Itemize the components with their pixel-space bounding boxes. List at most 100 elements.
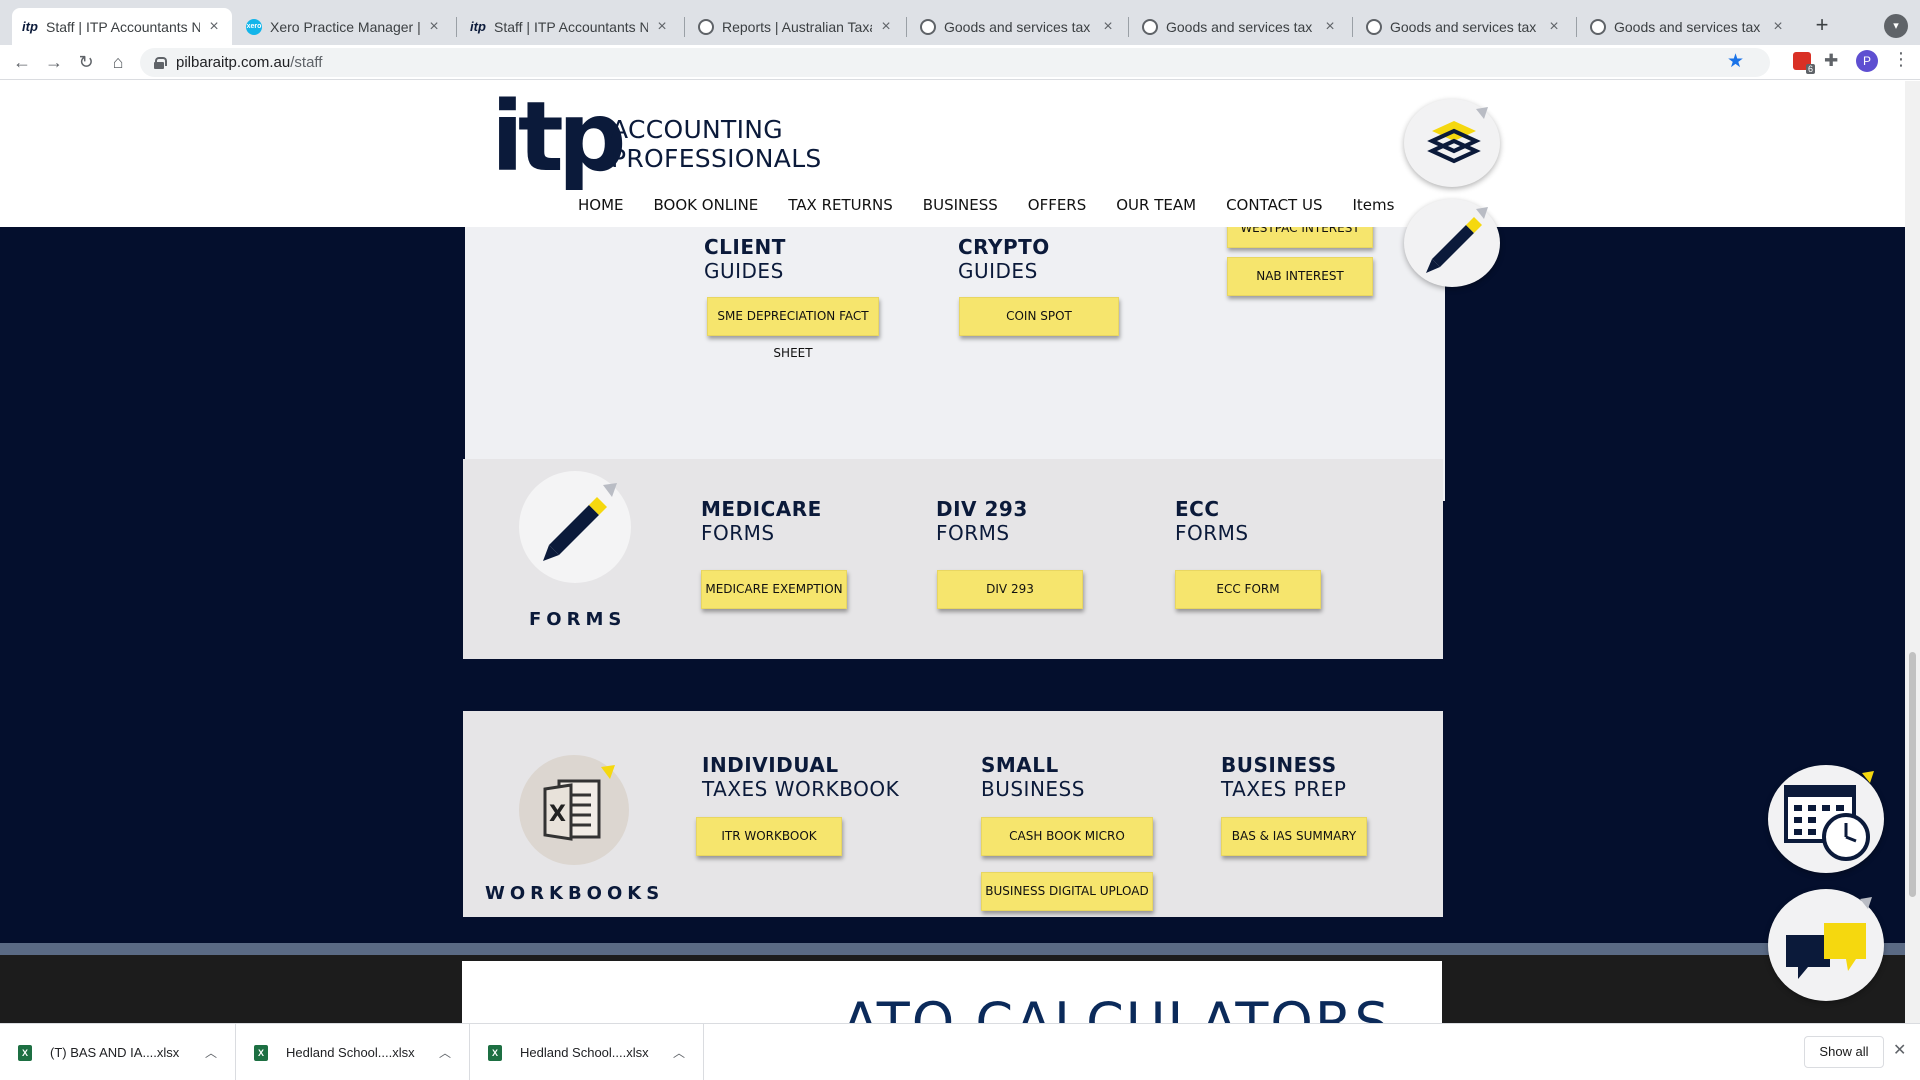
tab-staff-itp[interactable]: itp Staff | ITP Accountants NW × [460, 8, 680, 45]
browser-menu-icon[interactable]: ⋮ [1892, 49, 1910, 70]
nav-our-team[interactable]: OUR TEAM [1116, 196, 1196, 214]
nav-business[interactable]: BUSINESS [923, 196, 998, 214]
tab-separator [456, 17, 457, 37]
nab-interest-button[interactable]: NAB INTEREST [1227, 257, 1373, 296]
svg-text:X: X [549, 802, 566, 827]
close-tab-icon[interactable]: × [1322, 18, 1338, 36]
excel-file-icon: X [488, 1044, 502, 1061]
nav-tax-returns[interactable]: TAX RETURNS [788, 196, 893, 214]
tab-gst-4[interactable]: Goods and services tax (GS × [1580, 8, 1796, 45]
chevron-up-icon[interactable]: ︿ [205, 1044, 217, 1061]
close-tab-icon[interactable]: × [1770, 18, 1786, 36]
show-all-downloads-button[interactable]: Show all [1804, 1036, 1884, 1068]
pencil-float-button[interactable] [1404, 199, 1500, 287]
itr-workbook-button[interactable]: ITR WORKBOOK [696, 817, 842, 856]
download-item[interactable]: X Hedland School....xlsx ︿ [236, 1024, 470, 1080]
tab-separator [1352, 17, 1353, 37]
xero-favicon-icon: xero [246, 18, 262, 35]
nav-items[interactable]: Items [1352, 196, 1394, 214]
div293-button[interactable]: DIV 293 [937, 570, 1083, 609]
scrollbar-thumb[interactable] [1909, 652, 1916, 897]
sme-depreciation-button[interactable]: SME DEPRECIATION FACT SHEET [707, 297, 879, 360]
excel-file-icon: X [254, 1044, 268, 1061]
medicare-forms-heading: MEDICARE FORMS [701, 497, 822, 545]
extension-badge: 6 [1805, 64, 1815, 74]
bas-ias-summary-button[interactable]: BAS & IAS SUMMARY [1221, 817, 1367, 856]
tab-label: Staff | ITP Accountants NW [46, 18, 200, 35]
tab-gst-1[interactable]: Goods and services tax (GS × [910, 8, 1126, 45]
calendar-clock-icon [1784, 771, 1874, 861]
workbooks-panel: X WORKBOOKS INDIVIDUAL TAXES WORKBOOK IT… [463, 711, 1443, 917]
tab-label: Xero Practice Manager | Clie [270, 18, 420, 35]
workbooks-section-label: WORKBOOKS [485, 883, 665, 904]
cash-book-micro-button[interactable]: CASH BOOK MICRO [981, 817, 1153, 856]
back-arrow-icon[interactable]: ← [10, 51, 34, 75]
download-item[interactable]: X Hedland School....xlsx ︿ [470, 1024, 704, 1080]
tab-label: Reports | Australian Taxation [722, 18, 872, 35]
download-filename: (T) BAS AND IA....xlsx [50, 1045, 180, 1060]
close-tab-icon[interactable]: × [878, 18, 894, 36]
medicare-exemption-button[interactable]: MEDICARE EXEMPTION [701, 570, 847, 609]
tab-label: Goods and services tax (GS [1390, 18, 1540, 35]
chevron-up-icon[interactable]: ︿ [673, 1044, 685, 1061]
tab-gst-3[interactable]: Goods and services tax (GS × [1356, 8, 1572, 45]
extension-icon[interactable]: 6 [1793, 52, 1815, 74]
globe-icon [1142, 18, 1158, 35]
close-tab-icon[interactable]: × [1546, 18, 1562, 36]
download-filename: Hedland School....xlsx [286, 1045, 415, 1060]
tab-gst-2[interactable]: Goods and services tax (GS × [1132, 8, 1348, 45]
nav-offers[interactable]: OFFERS [1028, 196, 1086, 214]
close-tab-icon[interactable]: × [426, 18, 442, 36]
tab-ato-reports[interactable]: Reports | Australian Taxation × [688, 8, 904, 45]
reload-icon[interactable]: ↻ [74, 51, 98, 75]
home-icon[interactable]: ⌂ [106, 51, 130, 75]
forward-arrow-icon[interactable]: → [42, 51, 66, 75]
tab-label: Goods and services tax (GS [944, 18, 1094, 35]
ecc-form-button[interactable]: ECC FORM [1175, 570, 1321, 609]
globe-icon [1590, 18, 1606, 35]
tab-search-icon[interactable]: ▾ [1884, 14, 1908, 38]
itp-logo[interactable]: itp ACCOUNTING PROFESSIONALS [491, 81, 843, 193]
tab-separator [684, 17, 685, 37]
download-filename: Hedland School....xlsx [520, 1045, 649, 1060]
nav-book-online[interactable]: BOOK ONLINE [654, 196, 759, 214]
profile-avatar[interactable]: P [1856, 50, 1878, 72]
browser-toolbar: ← → ↻ ⌂ pilbaraitp.com.au/staff ★ 6 ✚ P … [0, 45, 1920, 80]
chat-float-button[interactable] [1768, 889, 1884, 1001]
divider-band [0, 943, 1905, 955]
layers-icon [1427, 107, 1488, 164]
tab-xero[interactable]: xero Xero Practice Manager | Clie × [236, 8, 452, 45]
address-bar[interactable]: pilbaraitp.com.au/staff ★ [140, 48, 1770, 77]
itp-favicon-icon: itp [470, 19, 486, 34]
close-icon[interactable]: ✕ [1893, 1040, 1906, 1060]
coin-spot-button[interactable]: COIN SPOT [959, 297, 1119, 336]
lock-icon[interactable] [154, 56, 167, 69]
download-item[interactable]: X (T) BAS AND IA....xlsx ︿ [0, 1024, 236, 1080]
close-tab-icon[interactable]: × [654, 18, 670, 36]
calendar-float-button[interactable] [1768, 765, 1884, 873]
chevron-up-icon[interactable]: ︿ [439, 1044, 451, 1061]
business-taxes-prep-heading: BUSINESS TAXES PREP [1221, 753, 1347, 801]
new-tab-icon[interactable]: + [1808, 12, 1836, 40]
pencil-icon [543, 483, 617, 561]
bookmark-star-icon[interactable]: ★ [1727, 50, 1744, 73]
extensions-puzzle-icon[interactable]: ✚ [1824, 51, 1838, 71]
workbook-excel-circle: X [519, 755, 629, 865]
business-digital-upload-button[interactable]: BUSINESS DIGITAL UPLOAD [981, 872, 1153, 911]
close-tab-icon[interactable]: × [1100, 18, 1116, 36]
tab-staff-itp-active[interactable]: itp Staff | ITP Accountants NW × [12, 8, 232, 45]
nav-home[interactable]: HOME [578, 196, 624, 214]
crypto-guides-heading: CRYPTO GUIDES [958, 235, 1050, 283]
div293-forms-heading: DIV 293 FORMS [936, 497, 1028, 545]
ato-calculators-panel: ATO CALCULATORS [462, 961, 1442, 1023]
layers-float-button[interactable] [1404, 99, 1500, 187]
globe-icon [1366, 18, 1382, 35]
close-tab-icon[interactable]: × [206, 18, 222, 36]
forms-section-label: FORMS [529, 609, 627, 630]
page-scrollbar[interactable] [1905, 81, 1920, 1023]
logo-mark: itp [491, 81, 626, 193]
globe-icon [698, 18, 714, 35]
tab-label: Goods and services tax (GS [1614, 18, 1764, 35]
nav-contact-us[interactable]: CONTACT US [1226, 196, 1322, 214]
forms-panel: FORMS MEDICARE FORMS MEDICARE EXEMPTION … [463, 459, 1443, 659]
